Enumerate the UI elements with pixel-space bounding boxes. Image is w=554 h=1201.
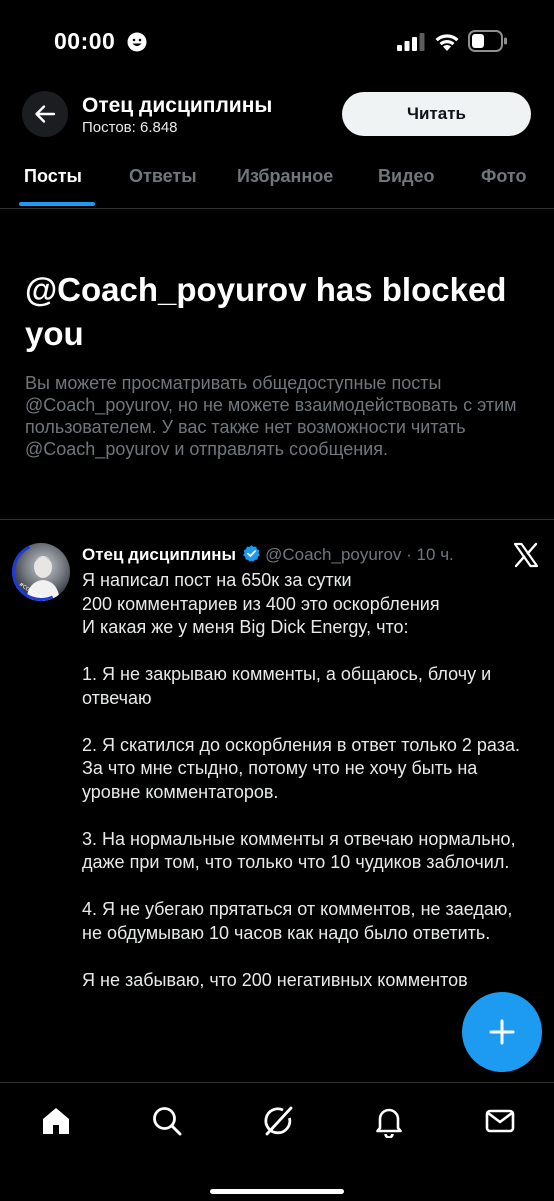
status-bar: 00:00 — [0, 0, 554, 84]
blocked-title: @Coach_poyurov has blocked you — [25, 271, 507, 352]
arrow-left-icon — [35, 105, 56, 123]
post-text: Я написал пост на 650к за сутки 200 комм… — [82, 569, 532, 1081]
avatar-ring — [3, 534, 79, 610]
wifi-icon — [435, 34, 459, 51]
search-icon — [153, 1107, 182, 1136]
tab-replies[interactable]: Ответы — [129, 166, 197, 187]
grok-icon — [264, 1106, 293, 1136]
post-line: 200 комментариев из 400 это оскорбления — [82, 593, 440, 614]
x-logo-icon[interactable] — [513, 542, 539, 568]
blocked-description: Вы можете просматривать общедоступные по… — [25, 373, 517, 459]
post-author-handle[interactable]: @Coach_poyurov — [265, 545, 401, 564]
cellular-signal-icon — [397, 33, 425, 51]
nav-messages[interactable] — [482, 1103, 518, 1139]
notifications-icon — [376, 1108, 402, 1138]
tab-likes[interactable]: Избранное — [237, 166, 333, 187]
nav-notifications[interactable] — [371, 1103, 407, 1139]
post-line: И какая же у меня Big Dick Energy, что: — [82, 617, 409, 637]
post-header: Отец дисциплины @Coach_poyurov · 10 ч. — [82, 544, 512, 568]
post-line: 2. Я скатился до оскорбления в ответ тол… — [82, 734, 520, 802]
home-indicator — [210, 1189, 344, 1194]
back-button[interactable] — [22, 91, 68, 137]
verified-badge-icon — [243, 545, 260, 562]
post-line: 3. На нормальные комменты я отвечаю норм… — [82, 828, 516, 873]
profile-tabs: Посты Ответы Избранное Видео Фото — [0, 150, 554, 208]
messages-icon — [485, 1109, 515, 1133]
bottom-nav — [0, 1082, 554, 1201]
nav-home[interactable] — [38, 1103, 74, 1139]
post-line: Я не забываю, что 200 негативных коммент… — [82, 969, 468, 990]
active-tab-indicator — [19, 202, 95, 206]
smiley-icon — [127, 32, 147, 52]
battery-icon — [468, 30, 507, 52]
tab-photos[interactable]: Фото — [481, 166, 526, 187]
nav-grok[interactable] — [260, 1103, 296, 1139]
divider — [0, 519, 554, 520]
status-time: 00:00 — [54, 28, 116, 54]
profile-header: Отец дисциплины Постов: 6.848 Читать — [0, 84, 554, 146]
profile-name: Отец дисциплины — [82, 94, 273, 117]
post-count: Постов: 6.848 — [82, 119, 178, 136]
tab-videos[interactable]: Видео — [378, 166, 435, 187]
post-author-name[interactable]: Отец дисциплины — [82, 545, 236, 564]
post-time: · 10 ч. — [406, 545, 454, 564]
post-line: 1. Я не закрываю комменты, а общаюсь, бл… — [82, 664, 492, 708]
post-line: 4. Я не убегаю прятаться от комментов, н… — [82, 899, 513, 943]
follow-button[interactable]: Читать — [342, 92, 531, 136]
compose-plus-icon — [489, 1019, 515, 1045]
divider — [0, 208, 554, 209]
compose-button[interactable] — [462, 992, 542, 1072]
tab-posts[interactable]: Посты — [24, 166, 82, 187]
nav-search[interactable] — [149, 1103, 185, 1139]
post-line: Я написал пост на 650к за сутки — [82, 570, 352, 590]
home-icon — [43, 1108, 69, 1134]
